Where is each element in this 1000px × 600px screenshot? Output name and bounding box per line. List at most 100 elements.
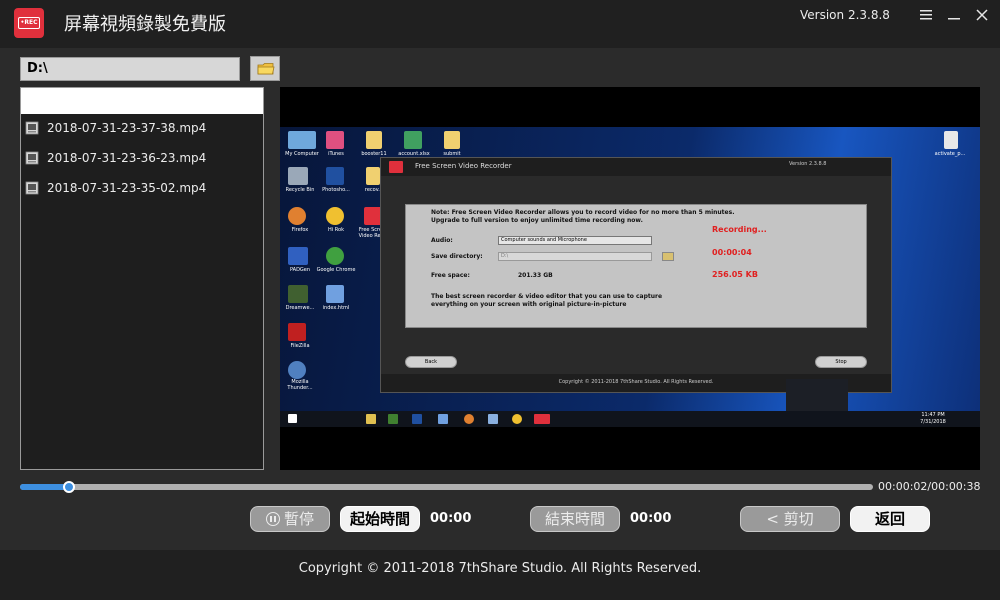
promo-line-2: everything on your screen with original … [431,301,627,308]
desktop-icon [326,167,344,185]
footer: Copyright © 2011-2018 7thShare Studio. A… [0,550,1000,600]
taskbar-clock-time: 11:47 PM [921,412,945,418]
folder-icon [662,252,674,261]
recorder-back-button: Back [405,356,457,368]
minimize-icon[interactable] [945,8,963,26]
recorder-panel: Note: Free Screen Video Recorder allows … [405,204,867,328]
taskbar-icon [388,414,398,424]
recorder-window: Free Screen Video Recorder Version 2.3.8… [380,157,892,393]
desktop-icon [366,131,382,149]
app-version: Version 2.3.8.8 [800,8,890,22]
desktop-icon [288,247,308,265]
desktop-icon [404,131,422,149]
desktop-icon [326,131,344,149]
desktop-icon-label: activate_p... [934,151,966,157]
taskbar-icon [366,414,376,424]
back-button[interactable]: 返回 [850,506,930,532]
desktop-icon [944,131,958,149]
taskbar-icon [412,414,422,424]
close-icon[interactable] [973,8,991,26]
desktop-icon [326,207,344,225]
desktop-icon-label: iTunes [328,151,344,157]
progress-thumb[interactable] [63,481,76,493]
recording-size: 256.05 KB [712,270,758,279]
file-name: 2018-07-31-23-35-02.mp4 [47,181,207,195]
footer-copyright: Copyright © 2011-2018 7thShare Studio. A… [298,561,702,576]
file-list-header [21,88,263,114]
desktop-icon [288,285,308,303]
recorder-title-bar: Free Screen Video Recorder Version 2.3.8… [381,158,891,176]
desktop-icon-label: index.html [322,305,350,311]
desktop-icon-label: Mozilla Thunder... [287,379,313,391]
taskbar-icon [534,414,550,424]
video-preview[interactable]: My Computer iTunes booster11 account.xls… [280,87,980,470]
tray-popup [786,379,848,411]
desktop-icon-label: FileZilla [290,343,310,349]
desktop-icon [326,285,344,303]
desktop-icon-label: Recycle Bin [285,187,315,193]
end-time-value: 00:00 [630,511,672,526]
preview-taskbar: 11:47 PM 7/31/2018 [280,411,980,427]
desktop-icon [444,131,460,149]
list-item[interactable]: 2018-07-31-23-35-02.mp4 [21,174,263,204]
pause-label: 暫停 [283,510,314,528]
video-file-icon [25,121,39,135]
free-space-value: 201.33 GB [518,272,553,279]
browse-folder-button[interactable] [250,56,280,81]
video-file-icon [25,181,39,195]
taskbar-clock-date: 7/31/2018 [920,419,946,425]
recorder-version: Version 2.3.8.8 [789,161,827,167]
save-dir-field: D:\ [498,252,652,261]
app-logo-text: •REC [18,17,40,29]
taskbar-icon [438,414,448,424]
taskbar-icon [464,414,474,424]
start-time-value: 00:00 [430,511,472,526]
progress-track[interactable] [20,481,873,493]
app-logo-icon: •REC [14,8,44,38]
file-name: 2018-07-31-23-36-23.mp4 [47,151,207,165]
list-item[interactable]: 2018-07-31-23-36-23.mp4 [21,144,263,174]
desktop-icon [288,323,306,341]
desktop-icon [288,207,306,225]
recorder-title: Free Screen Video Recorder [415,162,512,170]
desktop-icon-label: Dreamwe... [285,305,315,311]
desktop-icon-label: Photosho... [322,187,350,193]
recorder-stop-button: Stop [815,356,867,368]
recording-elapsed: 00:00:04 [712,248,752,257]
pause-button[interactable]: 暫停 [250,506,330,532]
taskbar-icon [488,414,498,424]
desktop-icon [288,361,306,379]
preview-desktop: My Computer iTunes booster11 account.xls… [280,127,980,427]
progress-fill [20,484,70,490]
video-file-icon [25,151,39,165]
promo-line-1: The best screen recorder & video editor … [431,293,663,300]
desktop-icon-label: Google Chrome [316,267,356,273]
recording-status: Recording... [712,225,767,234]
desktop-icon-label: PADGen [289,267,311,273]
desktop-icon-label: Hi Rok [328,227,344,233]
note-line-1: Note: Free Screen Video Recorder allows … [431,209,735,216]
list-item[interactable]: 2018-07-31-23-37-38.mp4 [21,114,263,144]
time-display: 00:00:02/00:00:38 [878,480,981,493]
cut-button[interactable]: < 剪切 [740,506,840,532]
start-icon [288,414,297,423]
audio-select: Computer sounds and Microphone [498,236,652,245]
taskbar-icon [512,414,522,424]
path-input[interactable]: D:\ [20,57,240,81]
desktop-icon [288,131,316,149]
title-bar: •REC 屏幕視頻錄製免費版 Version 2.3.8.8 [0,0,1000,48]
menu-icon[interactable] [917,8,935,26]
desktop-icon [326,247,344,265]
folder-icon [257,63,275,75]
free-space-label: Free space: [431,272,470,279]
pause-icon [265,512,280,526]
start-time-button[interactable]: 起始時間 [340,506,420,532]
desktop-icon-label: Firefox [291,227,309,233]
app-title: 屏幕視頻錄製免費版 [64,14,226,35]
note-line-2: Upgrade to full version to enjoy unlimit… [431,217,643,224]
file-name: 2018-07-31-23-37-38.mp4 [47,121,207,135]
file-list[interactable]: 2018-07-31-23-37-38.mp4 2018-07-31-23-36… [20,87,264,470]
end-time-button[interactable]: 結束時間 [530,506,620,532]
recorder-logo-icon [389,161,403,173]
desktop-icon [366,167,380,185]
